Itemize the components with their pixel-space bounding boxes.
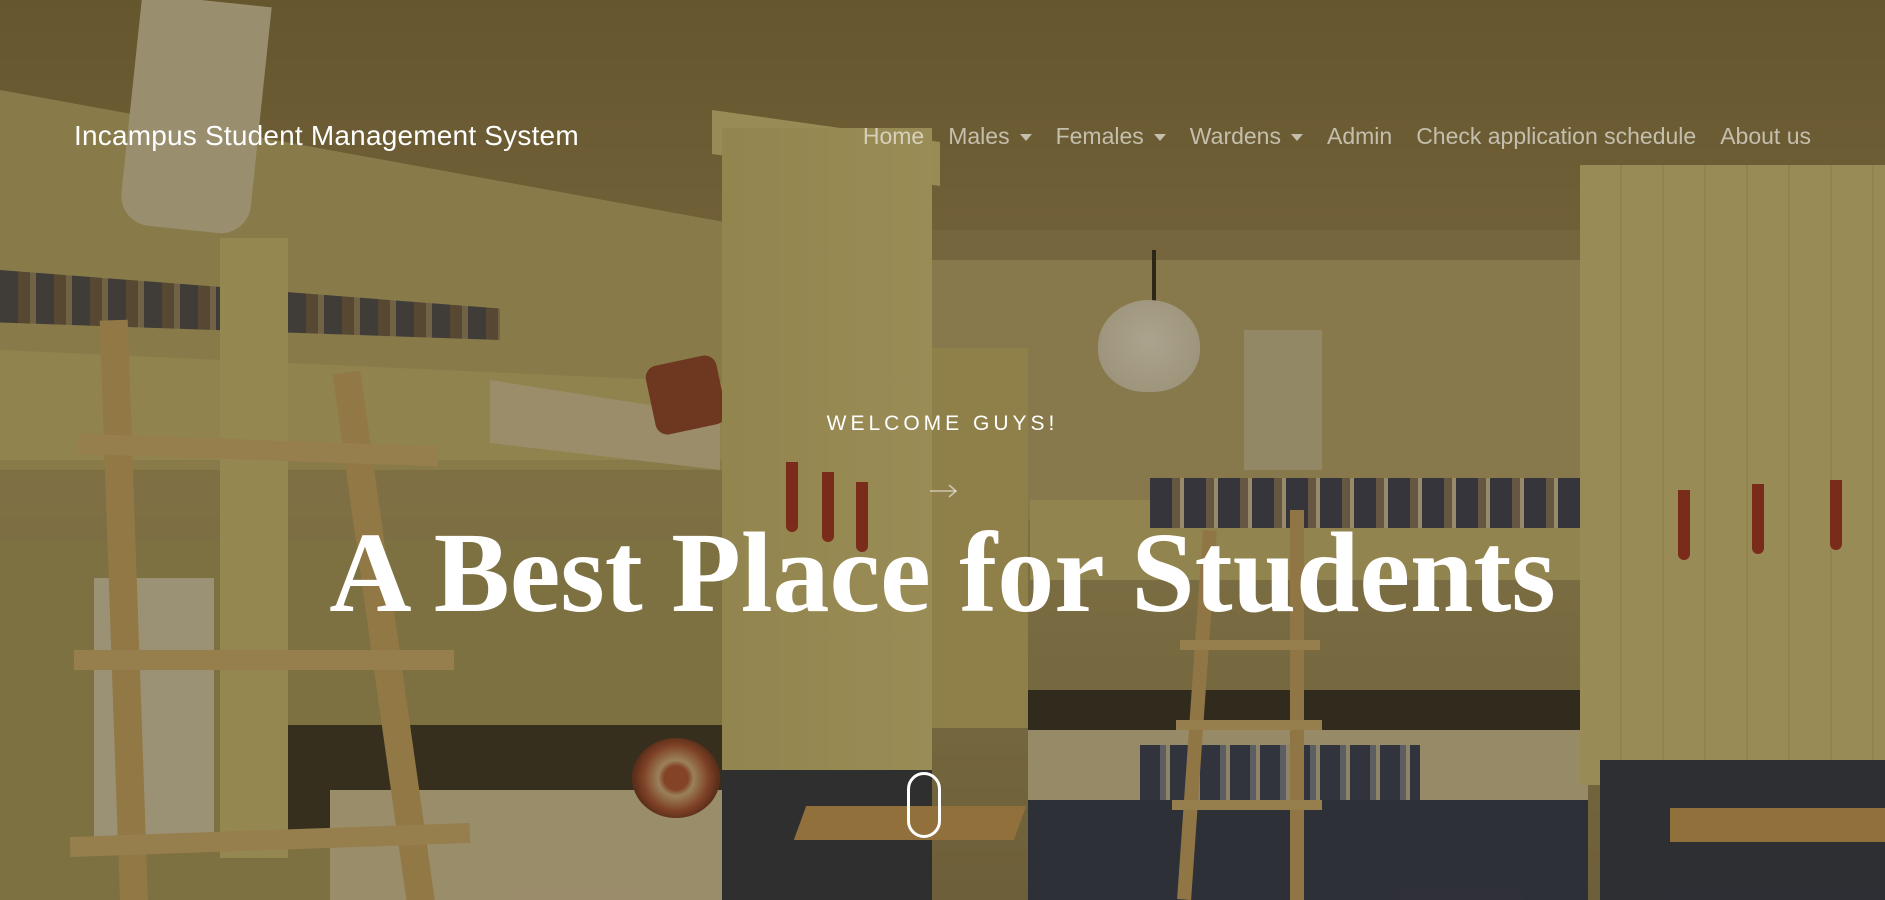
nav-item-label: Home [862,122,925,149]
mouse-scroll-icon[interactable] [907,772,941,838]
nav-item-check-application-schedule[interactable]: Check application schedule [1404,123,1708,150]
navbar: Incampus Student Management System Home … [0,104,1885,168]
nav-item-females[interactable]: Females [1044,123,1178,150]
hero-headline: A Best Place for Students [329,509,1556,636]
caret-down-icon [1019,133,1032,141]
nav-item-home[interactable]: Home [851,123,936,150]
nav-menu: Home Males Females Wardens Admin Check a… [851,123,1811,150]
nav-item-label: Females [1055,122,1144,149]
long-arrow-right-icon [930,484,958,498]
nav-item-label: Males [948,122,1010,149]
nav-item-admin[interactable]: Admin [1315,123,1404,150]
hero-subtitle: WELCOME GUYS! [826,412,1059,435]
nav-item-label: Check application schedule [1416,122,1697,149]
caret-down-icon [1290,133,1303,141]
nav-item-label: Admin [1326,122,1393,149]
nav-item-label: Wardens [1189,122,1281,149]
nav-item-about-us[interactable]: About us [1708,123,1811,150]
nav-item-males[interactable]: Males [936,123,1043,150]
caret-down-icon [1153,133,1166,141]
nav-item-label: About us [1720,122,1811,149]
brand-link[interactable]: Incampus Student Management System [74,120,579,152]
nav-item-wardens[interactable]: Wardens [1178,123,1315,150]
